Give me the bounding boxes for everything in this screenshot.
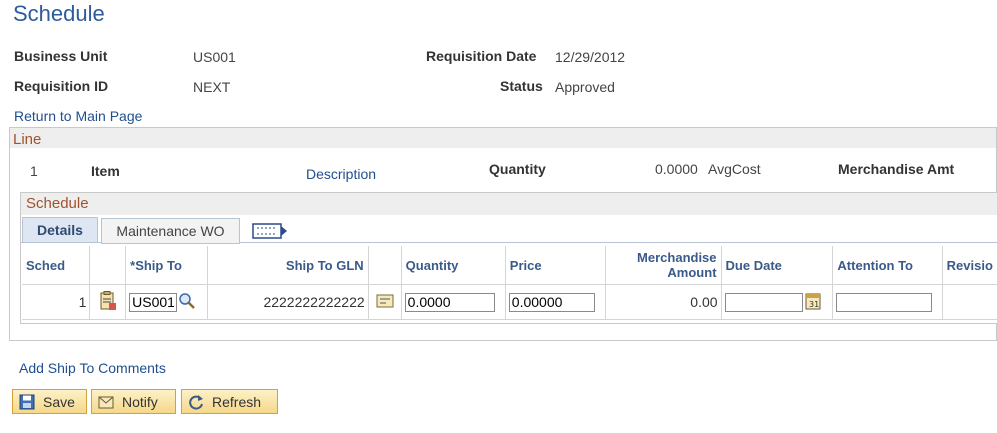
show-all-columns-icon[interactable] xyxy=(252,222,288,243)
svg-text:31: 31 xyxy=(809,300,819,309)
ship-to-comments-icon-cell xyxy=(89,284,126,320)
item-label: Item xyxy=(91,163,120,179)
col-sched: Sched xyxy=(22,246,90,285)
merchandise-amount-value: 0.00 xyxy=(604,284,722,320)
table-row: 1 US001 2222222222222 0.0000 0.00000 0.0… xyxy=(22,284,997,320)
page-title: Schedule xyxy=(13,1,105,26)
tab-maintenance-wo[interactable]: Maintenance WO xyxy=(101,218,240,244)
notify-icon xyxy=(98,396,114,408)
grid-header-row: Sched *Ship To Ship To GLN Quantity Pric… xyxy=(22,246,997,285)
col-ship-to-gln: Ship To GLN xyxy=(207,246,369,285)
price-cell xyxy=(504,284,606,320)
line-uom: AvgCost xyxy=(708,161,761,177)
line-quantity-label: Quantity xyxy=(489,161,546,177)
sched-number: 1 xyxy=(22,284,90,320)
price-input[interactable] xyxy=(508,292,595,312)
col-attention-to: Attention To xyxy=(832,246,943,285)
schedule-grid: Sched *Ship To Ship To GLN Quantity Pric… xyxy=(22,246,997,320)
business-unit-label: Business Unit xyxy=(14,48,108,64)
return-to-main-page-link[interactable]: Return to Main Page xyxy=(14,108,142,124)
notify-button-label: Notify xyxy=(122,393,158,410)
refresh-icon xyxy=(189,394,203,410)
col-price: Price xyxy=(504,246,606,285)
refresh-button-label: Refresh xyxy=(212,393,262,410)
attention-to-input[interactable] xyxy=(836,292,933,312)
notify-button[interactable]: Notify xyxy=(91,389,176,414)
ship-to-gln-value: 2222222222222 xyxy=(207,284,369,320)
schedule-header-bar xyxy=(21,193,997,215)
line-number: 1 xyxy=(30,163,38,179)
col-revision: Revisio xyxy=(941,246,997,285)
merchandise-amt-label: Merchandise Amt xyxy=(838,161,955,177)
business-unit-value: US001 xyxy=(193,49,236,65)
refresh-button[interactable]: Refresh xyxy=(181,389,278,414)
gln-detail-icon-cell xyxy=(367,284,402,320)
calendar-icon[interactable]: 31 xyxy=(805,292,821,313)
revision-cell xyxy=(941,284,997,320)
requisition-id-value: NEXT xyxy=(193,79,231,95)
save-button-label: Save xyxy=(43,393,75,410)
col-quantity: Quantity xyxy=(400,246,506,285)
col-ship-to: *Ship To xyxy=(125,246,208,285)
quantity-input[interactable] xyxy=(404,292,495,312)
col-comment-icon xyxy=(89,246,126,285)
line-header-bar xyxy=(10,128,996,148)
add-ship-to-comments-link[interactable]: Add Ship To Comments xyxy=(19,360,166,376)
lookup-icon[interactable] xyxy=(178,292,196,313)
col-merchandise-amount: Merchandise Amount xyxy=(604,246,722,285)
tab-details[interactable]: Details xyxy=(22,217,98,243)
gln-detail-icon[interactable] xyxy=(376,294,394,311)
quantity-cell xyxy=(400,284,506,320)
description-link[interactable]: Description xyxy=(306,166,376,182)
requisition-date-value: 12/29/2012 xyxy=(555,49,626,65)
ship-to-cell xyxy=(125,284,208,320)
col-due-date: Due Date xyxy=(720,246,833,285)
save-icon xyxy=(19,394,35,409)
schedule-section-title: Schedule xyxy=(26,195,89,212)
line-section-title: Line xyxy=(13,131,42,148)
status-value: Approved xyxy=(555,79,615,95)
save-button[interactable]: Save xyxy=(12,389,87,414)
line-quantity-value: 0.0000 xyxy=(655,161,698,177)
due-date-cell: 31 xyxy=(720,284,833,320)
ship-to-input[interactable] xyxy=(129,292,178,312)
requisition-id-label: Requisition ID xyxy=(14,78,109,94)
status-label: Status xyxy=(500,78,543,94)
requisition-date-label: Requisition Date xyxy=(426,48,537,64)
comments-icon[interactable] xyxy=(99,290,117,314)
attention-to-cell xyxy=(832,284,943,320)
col-gln-icon xyxy=(367,246,402,285)
due-date-input[interactable] xyxy=(724,292,803,312)
